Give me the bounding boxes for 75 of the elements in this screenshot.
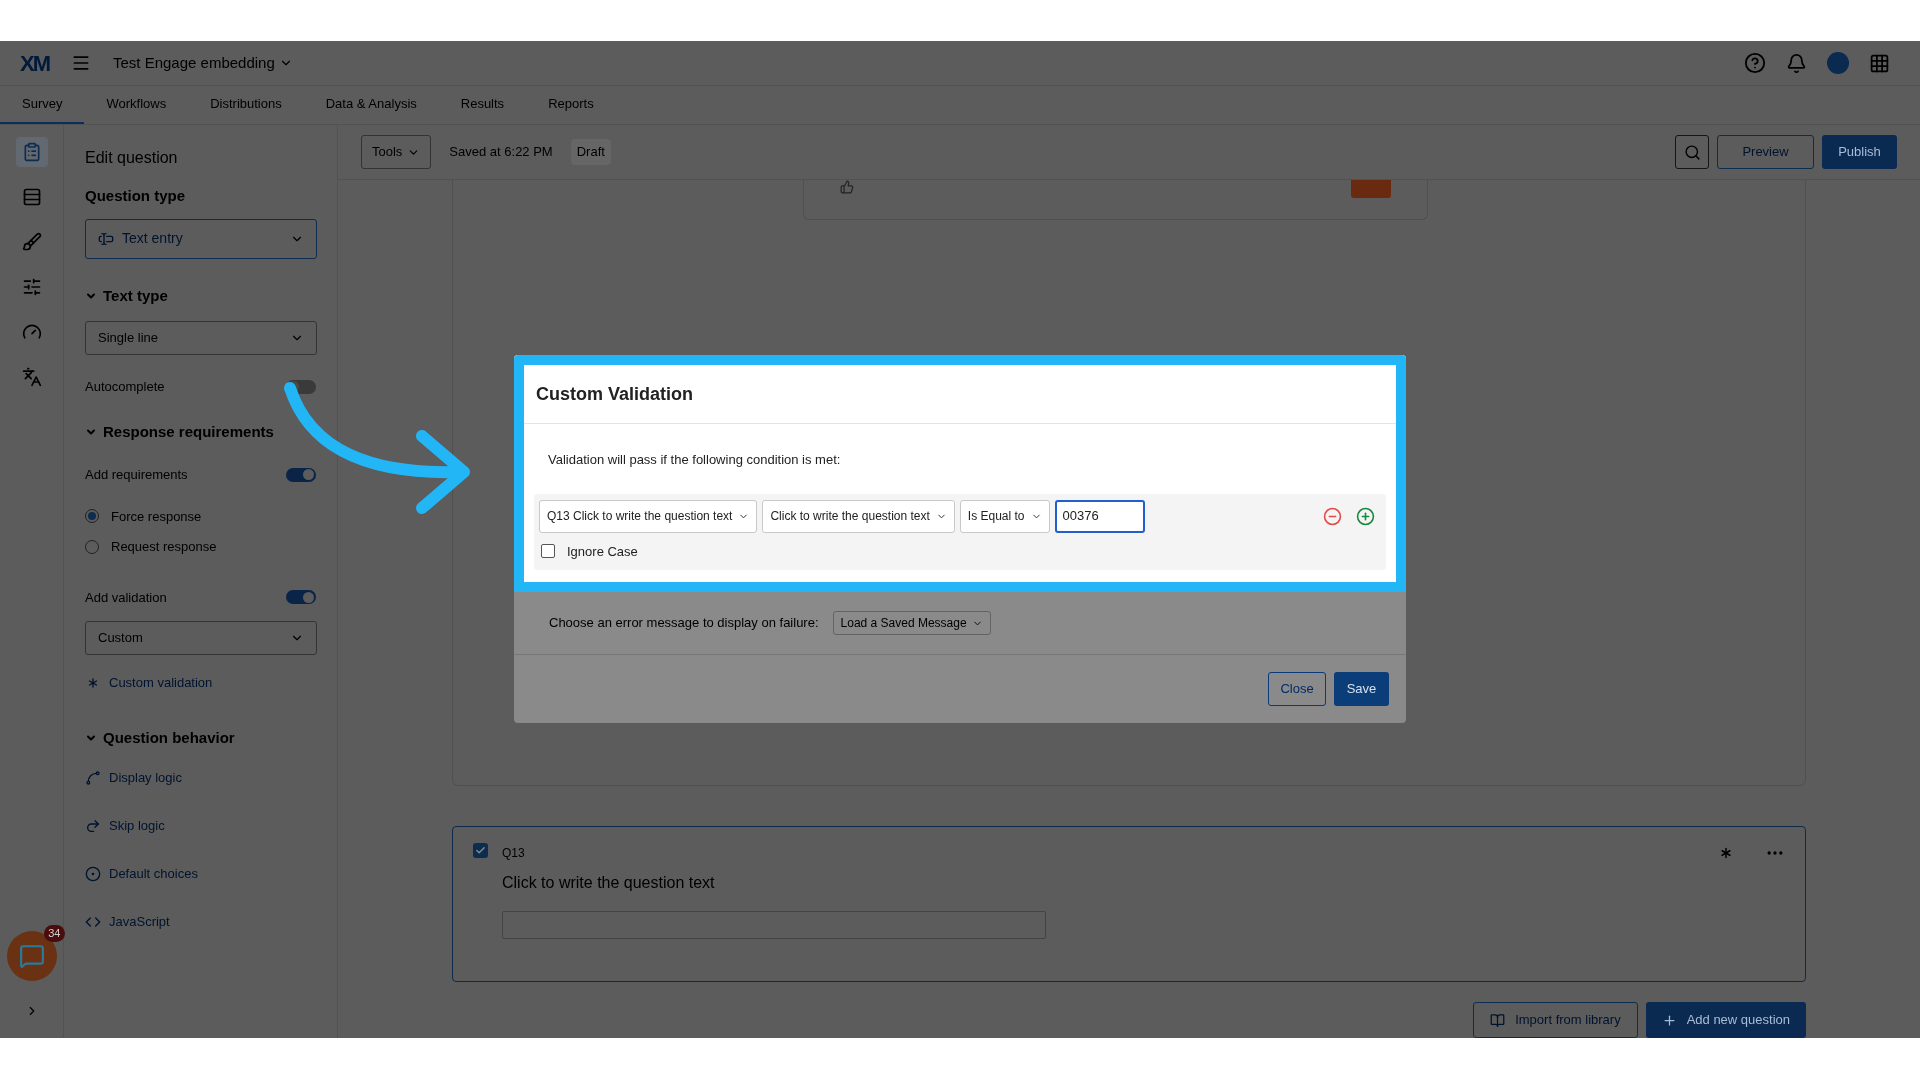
save-status: Saved at 6:22 PM <box>449 143 553 162</box>
error-message-label: Choose an error message to display on failure: <box>549 614 819 633</box>
apps-icon[interactable] <box>1869 52 1890 74</box>
checkbox-label: Ignore Case <box>567 542 638 561</box>
behavior-link[interactable]: Default choices <box>85 865 316 883</box>
panel-title: Edit question <box>85 148 179 168</box>
nav-tab[interactable]: Workflows <box>84 86 189 124</box>
search-icon <box>1683 143 1701 161</box>
toggle-switch[interactable] <box>286 590 316 605</box>
sidebar-icon[interactable] <box>21 277 42 297</box>
custom-validation-link[interactable]: Custom validation <box>85 673 316 693</box>
sidebar-icon[interactable] <box>21 367 42 387</box>
text-entry-icon <box>98 230 114 247</box>
nav-tab[interactable]: Data & Analysis <box>303 86 439 124</box>
setting-label: Autocomplete <box>85 378 165 396</box>
logo[interactable]: XM <box>20 46 49 80</box>
section-heading: Text type <box>103 285 168 306</box>
link-icon <box>85 818 101 834</box>
radio-option[interactable]: Request response <box>85 537 316 557</box>
avatar[interactable] <box>1827 52 1849 74</box>
operator-select[interactable]: Is Equal to <box>959 499 1050 533</box>
saved-message-select[interactable]: Load a Saved Message <box>832 611 991 635</box>
checkbox[interactable] <box>473 843 488 859</box>
dialog-title: Custom Validation <box>536 382 694 406</box>
field-label: Question type <box>85 186 186 206</box>
link-icon <box>85 866 101 882</box>
menu-icon[interactable] <box>71 53 91 73</box>
nav-tab[interactable]: Reports <box>526 86 616 124</box>
question-text[interactable]: Click to write the question text <box>502 871 1785 896</box>
behavior-link[interactable]: JavaScript <box>85 913 316 931</box>
setting-label: Add requirements <box>85 466 188 484</box>
close-button[interactable]: Close <box>1268 672 1326 706</box>
chat-icon <box>18 943 45 969</box>
validation-select[interactable]: Custom <box>85 621 317 655</box>
field-select[interactable]: Click to write the question text <box>762 499 955 533</box>
checkbox[interactable] <box>541 544 555 559</box>
nav-tab[interactable]: Distributions <box>188 86 304 124</box>
draft-badge: Draft <box>570 139 611 165</box>
project-dropdown[interactable]: Test Engage embedding <box>113 51 293 75</box>
import-button[interactable]: Import from library <box>1473 1002 1638 1038</box>
question-select[interactable]: Q13 Click to write the question text <box>539 499 758 533</box>
question-type-select[interactable]: Text entry <box>85 218 317 259</box>
setting-label: Add validation <box>85 588 167 607</box>
notification-badge: 34 <box>44 925 65 942</box>
link-icon <box>85 770 101 786</box>
text-type-select[interactable]: Single line <box>85 321 317 355</box>
instruction-text: Validation will pass if the following condition is met: <box>548 451 842 469</box>
link-icon <box>85 914 101 930</box>
section-heading: Response requirements <box>103 421 274 442</box>
behavior-link[interactable]: Display logic <box>85 769 316 787</box>
publish-button[interactable]: Publish <box>1822 135 1897 169</box>
book-icon <box>1490 1012 1506 1028</box>
radio-option[interactable]: Force response <box>85 506 316 526</box>
question-card[interactable]: Q13 Click to write the question text <box>452 826 1806 982</box>
sidebar-icon[interactable] <box>21 232 42 252</box>
nav-tab[interactable]: Survey <box>0 86 85 124</box>
question-number: Q13 <box>502 845 525 863</box>
sidebar-icon[interactable] <box>21 322 42 342</box>
section-heading: Question behavior <box>103 727 235 748</box>
thumbs-up-icon <box>840 180 854 194</box>
remove-icon[interactable] <box>1323 506 1342 526</box>
plus-icon <box>1661 1012 1677 1028</box>
save-button[interactable]: Save <box>1334 672 1389 706</box>
search-button[interactable] <box>1675 135 1709 169</box>
tools-dropdown[interactable]: Tools <box>361 135 432 169</box>
bell-icon[interactable] <box>1786 52 1807 74</box>
value-input[interactable]: 00376 <box>1054 499 1145 533</box>
toggle-switch[interactable] <box>286 467 316 482</box>
sidebar-icon[interactable] <box>21 187 42 207</box>
behavior-link[interactable]: Skip logic <box>85 817 316 835</box>
nav-tab[interactable]: Results <box>438 86 527 124</box>
preview-button[interactable]: Preview <box>1717 135 1814 169</box>
add-question-button[interactable]: Add new question <box>1645 1002 1806 1038</box>
add-icon[interactable] <box>1356 506 1375 526</box>
help-icon[interactable] <box>1744 52 1766 74</box>
